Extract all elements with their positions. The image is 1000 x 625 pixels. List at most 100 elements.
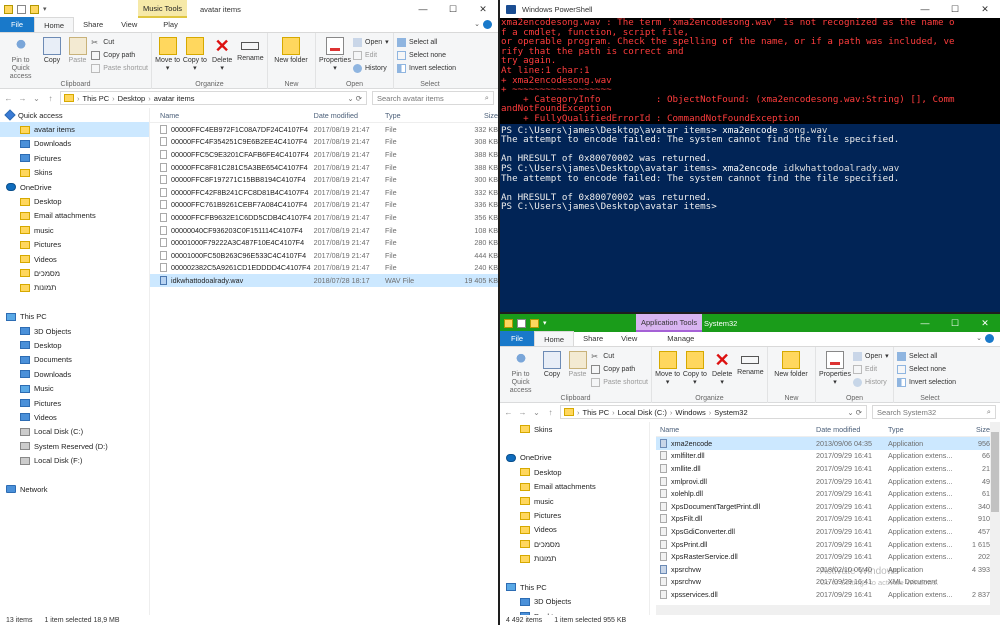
table-row[interactable]: 00000FFC4F354251C9E6B2EE4C4107F4 2017/08/…	[150, 136, 498, 149]
tab-view[interactable]: View	[612, 331, 646, 346]
tab-manage[interactable]: Manage	[658, 331, 703, 346]
nav-item[interactable]: Downloads	[0, 367, 149, 381]
column-header[interactable]: Date modified	[312, 111, 383, 120]
copy-button[interactable]: Copy	[540, 349, 564, 379]
table-row[interactable]: 00000FFC8F197271C15BB8194C4107F4 2017/08/…	[150, 173, 498, 186]
history-button[interactable]: History	[353, 62, 389, 74]
edit-button[interactable]: Edit	[353, 49, 389, 61]
column-header[interactable]: Type	[886, 425, 960, 434]
nav-item[interactable]: Skins	[0, 166, 149, 180]
nav-item[interactable]: Pictures	[0, 238, 149, 252]
tab-file[interactable]: File	[500, 331, 535, 346]
nav-item[interactable]: Pictures	[500, 508, 649, 522]
address-dropdown-icon[interactable]: ⌄ ⟳	[347, 94, 366, 103]
help-icon[interactable]	[985, 334, 994, 343]
table-row[interactable]: idkwhattodoalrady.wav 2018/07/28 18:17 WAV…	[150, 274, 498, 287]
nav-item[interactable]: Network	[0, 482, 149, 496]
nav-item[interactable]: Downloads	[0, 137, 149, 151]
recent-locations-icon[interactable]: ⌄	[32, 94, 41, 103]
breadcrumb-avatar-items[interactable]: avatar items	[154, 94, 195, 103]
copy-path-button[interactable]: Copy path	[591, 363, 648, 375]
table-row[interactable]: 00000FFC4EB972F1C08A7DF24C4107F4 2017/08/…	[150, 123, 498, 136]
properties-button[interactable]: Properties ▾	[319, 35, 351, 73]
maximize-icon[interactable]: ☐	[940, 314, 970, 332]
cut-button[interactable]: ✂ Cut	[91, 36, 148, 48]
tab-view[interactable]: View	[112, 17, 146, 32]
search-input[interactable]: Search System32 ⌕	[872, 405, 996, 419]
table-row[interactable]: xpsservices.dll 2017/09/29 16:41 Applicati…	[656, 588, 990, 601]
search-input[interactable]: Search avatar items ⌕	[372, 91, 494, 105]
delete-button[interactable]: ✕ Delete ▾	[210, 35, 235, 73]
scrollbar-thumb[interactable]	[991, 432, 999, 512]
move-to-button[interactable]: Move to ▾	[155, 35, 180, 73]
paste-button[interactable]: Paste	[66, 35, 90, 65]
select-none-button[interactable]: Select none	[397, 49, 456, 61]
pin-quick-access-button[interactable]: Pin to Quick access	[3, 35, 38, 81]
nav-item[interactable]: Email attachments	[500, 480, 649, 494]
copy-button[interactable]: Copy	[40, 35, 64, 65]
address-bar[interactable]: › This PC › Local Disk (C:) › Windows › …	[560, 405, 867, 419]
table-row[interactable]: XpsPrint.dll 2017/09/29 16:41 Application …	[656, 538, 990, 551]
nav-item[interactable]: תמונות	[0, 281, 149, 295]
invert-selection-button[interactable]: Invert selection	[897, 376, 956, 388]
new-folder-icon[interactable]	[530, 318, 539, 328]
maximize-icon[interactable]: ☐	[438, 0, 468, 18]
copy-to-button[interactable]: Copy to ▾	[682, 349, 707, 387]
nav-item[interactable]: Local Disk (C:)	[0, 425, 149, 439]
column-header[interactable]: Type	[383, 111, 452, 120]
table-row[interactable]: XpsGdiConverter.dll 2017/09/29 16:41 Appli…	[656, 525, 990, 538]
nav-item[interactable]: מסמכים	[0, 266, 149, 280]
address-dropdown-icon[interactable]: ⌄ ⟳	[847, 408, 866, 417]
table-row[interactable]: xolehlp.dll 2017/09/29 16:41 Application e…	[656, 487, 990, 500]
minimize-icon[interactable]: —	[910, 0, 940, 18]
tab-share[interactable]: Share	[574, 331, 612, 346]
move-to-button[interactable]: Move to ▾	[655, 349, 680, 387]
edit-button[interactable]: Edit	[853, 363, 889, 375]
properties-icon[interactable]	[517, 318, 526, 328]
vertical-scrollbar[interactable]	[990, 422, 1000, 615]
table-row[interactable]: 00001000FC50B263C96E533C4C4107F4 2017/08/…	[150, 249, 498, 262]
table-row[interactable]: XpsRasterService.dll 2017/09/29 16:41 Appl…	[656, 550, 990, 563]
expand-ribbon-icon[interactable]: ⌄	[474, 20, 480, 28]
tab-file[interactable]: File	[0, 17, 35, 32]
nav-item[interactable]: Email attachments	[0, 209, 149, 223]
cut-button[interactable]: ✂ Cut	[591, 350, 648, 362]
column-header[interactable]: Size	[452, 111, 498, 120]
tab-home[interactable]: Home	[534, 331, 575, 346]
nav-item[interactable]: Videos	[0, 410, 149, 424]
nav-item[interactable]: Skins	[500, 422, 649, 436]
breadcrumb-this-pc[interactable]: This PC	[583, 408, 610, 417]
nav-item[interactable]: System Reserved (D:)	[0, 439, 149, 453]
table-row[interactable]: 00000FFC8F81C281C5A3BE654C4107F4 2017/08/…	[150, 161, 498, 174]
nav-item[interactable]: תמונות	[500, 552, 649, 566]
nav-item[interactable]: Videos	[0, 252, 149, 266]
powershell-window[interactable]: Windows PowerShell — ☐ ✕ xma2encodesong.…	[500, 0, 1000, 312]
forward-arrow-icon[interactable]: →	[18, 94, 27, 103]
table-row[interactable]: xpsrchvw 2018/02/10 06:40 Application 4 393	[656, 563, 990, 576]
nav-item[interactable]: music	[0, 223, 149, 237]
new-folder-button[interactable]: New folder	[771, 349, 811, 379]
paste-shortcut-button[interactable]: Paste shortcut	[591, 376, 648, 388]
invert-selection-button[interactable]: Invert selection	[397, 62, 456, 74]
nav-item[interactable]: OneDrive	[0, 180, 149, 194]
tab-home[interactable]: Home	[34, 17, 75, 32]
customize-qat-icon[interactable]: ▾	[43, 5, 47, 13]
tab-play[interactable]: Play	[154, 17, 187, 32]
close-icon[interactable]: ✕	[468, 0, 498, 18]
column-header[interactable]: Size	[960, 425, 990, 434]
back-arrow-icon[interactable]: ←	[504, 408, 513, 417]
nav-item[interactable]: music	[500, 494, 649, 508]
close-icon[interactable]: ✕	[970, 314, 1000, 332]
nav-item[interactable]: Desktop	[0, 194, 149, 208]
close-icon[interactable]: ✕	[970, 0, 1000, 18]
select-all-button[interactable]: Select all	[397, 36, 456, 48]
table-row[interactable]: XpsFilt.dll 2017/09/29 16:41 Application e…	[656, 513, 990, 526]
nav-item[interactable]: Local Disk (F:)	[0, 453, 149, 467]
nav-item[interactable]: Pictures	[0, 396, 149, 410]
table-row[interactable]: 00000FFC761B9261CEBF7A084C4107F4 2017/08/…	[150, 199, 498, 212]
nav-item[interactable]: Pictures	[0, 151, 149, 165]
new-folder-icon[interactable]	[30, 4, 39, 14]
customize-qat-icon[interactable]: ▾	[543, 319, 547, 327]
column-header[interactable]: Date modified	[814, 425, 886, 434]
nav-item[interactable]: Music	[0, 381, 149, 395]
